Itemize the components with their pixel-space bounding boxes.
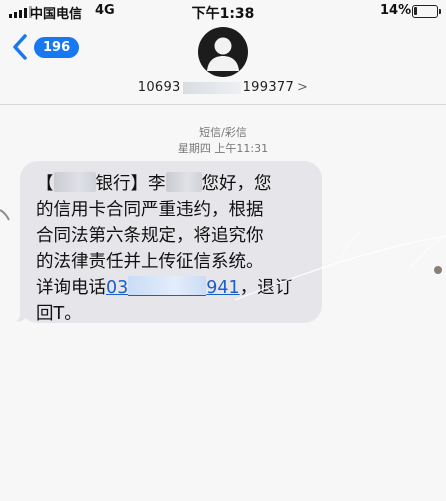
message-type-label: 短信/彩信 xyxy=(199,126,247,139)
redaction-mask xyxy=(165,172,202,192)
incoming-message-bubble[interactable]: 【银行】李 您好，您 的信用卡合同严重违约，根据 合同法第六条规定，将追究你 的法… xyxy=(20,161,322,324)
redaction-mask xyxy=(182,81,241,94)
message-line-3: 合同法第六条规定，将追究你 xyxy=(36,226,264,246)
sender-number[interactable]: 10693 199377 > xyxy=(0,80,446,95)
battery-percent: 14% xyxy=(380,3,412,18)
message-line-1: 【银行】李 您好，您 xyxy=(36,172,272,194)
message-line-6: 回T。 xyxy=(36,304,82,324)
chevron-right-icon: > xyxy=(297,80,309,95)
phone-number-link[interactable]: 03 941 xyxy=(106,276,240,298)
status-bar: 中国电信 4G 下午1:38 14% xyxy=(0,0,446,24)
header-divider xyxy=(0,104,446,105)
message-line-2: 的信用卡合同严重违约，根据 xyxy=(36,200,264,220)
chevron-left-icon xyxy=(13,34,27,60)
sender-number-prefix: 10693 xyxy=(137,80,181,95)
sender-number-suffix: 199377 xyxy=(242,80,295,95)
message-line-5: 详询电话03 941，退订 xyxy=(36,276,293,298)
contact-avatar[interactable] xyxy=(198,27,248,77)
back-button[interactable]: 196 xyxy=(10,33,80,61)
message-line-4: 的法律责任并上传征信系统。 xyxy=(36,252,264,272)
redaction-mask xyxy=(53,172,96,192)
message-timestamp: 星期四 上午11:31 xyxy=(177,142,269,155)
battery-icon xyxy=(412,5,441,18)
redaction-mask xyxy=(128,276,207,296)
battery-level xyxy=(414,7,417,15)
unread-count-badge: 196 xyxy=(34,36,80,58)
person-silhouette-icon xyxy=(207,37,239,71)
